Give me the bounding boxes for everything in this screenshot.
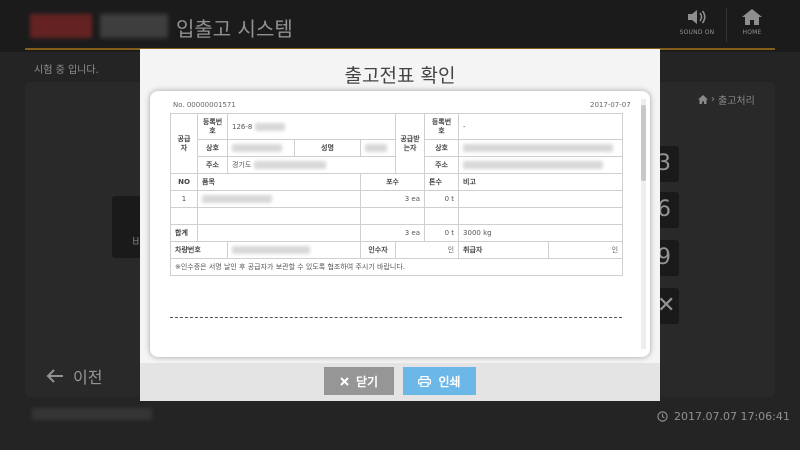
receiver-company-value [458, 139, 624, 157]
close-button[interactable]: 닫기 [324, 367, 394, 395]
receiver-label: 공급받는자 [395, 113, 426, 174]
receiver-address-label: 주소 [424, 156, 460, 174]
row-qty: 3 ea [359, 190, 426, 208]
table-row: 1 3 ea 0 t [170, 190, 624, 208]
close-label: 닫기 [355, 374, 379, 389]
supplier-reg-no-value: 126-8 [226, 113, 397, 140]
slip-date: 2017-07-07 [590, 101, 631, 109]
row-ton: 0 t [424, 190, 460, 208]
row-no: 1 [170, 190, 198, 208]
printer-icon [418, 375, 432, 387]
cut-line [170, 317, 622, 318]
receiver-seal: 인 [395, 241, 460, 259]
supplier-reg-no-label: 등록번호 [197, 113, 228, 140]
total-label: 합계 [170, 224, 198, 242]
slip-table: 공급자 등록번호 126-8 공급받는자 등록번호 - 상호 성명 상호 주소 [169, 113, 624, 276]
dialog-footer: 닫기 인쇄 [140, 363, 660, 401]
table-row-empty [170, 207, 624, 225]
handler-label: 취급자 [458, 241, 550, 259]
supplier-name-label: 성명 [294, 139, 361, 157]
slip-scrollbar[interactable] [641, 99, 646, 349]
col-note-header: 비고 [458, 173, 624, 191]
close-icon [340, 376, 349, 386]
dispatch-slip-dialog: 출고전표 확인 No. 00000001571 2017-07-07 공급자 등… [140, 49, 660, 401]
vehicle-no-label: 차량번호 [170, 241, 228, 259]
slip-number: No. 00000001571 [173, 101, 236, 109]
col-no-header: NO [170, 173, 198, 191]
receiver-person-label: 인수자 [359, 241, 397, 259]
supplier-name-value [359, 139, 397, 157]
print-label: 인쇄 [438, 374, 461, 389]
col-qty-header: 포수 [359, 173, 426, 191]
print-button[interactable]: 인쇄 [403, 367, 476, 395]
receiver-company-label: 상호 [424, 139, 460, 157]
col-item-header: 품목 [197, 173, 361, 191]
row-item [197, 190, 361, 208]
receiver-address-value [458, 156, 624, 174]
dialog-title: 출고전표 확인 [344, 65, 456, 87]
total-weight: 3000 kg [458, 224, 624, 242]
col-ton-header: 톤수 [424, 173, 460, 191]
slip-document: No. 00000001571 2017-07-07 공급자 등록번호 126-… [150, 91, 650, 357]
supplier-address-value: 경기도 [226, 156, 397, 174]
supplier-label: 공급자 [170, 113, 198, 174]
handler-seal: 인 [548, 241, 624, 259]
receiver-reg-no-label: 등록번호 [424, 113, 460, 140]
total-qty: 3 ea [359, 224, 426, 242]
vehicle-no-value [227, 241, 361, 259]
supplier-address-label: 주소 [197, 156, 228, 174]
supplier-company-label: 상호 [197, 139, 228, 157]
slip-footnote: ※인수증은 서명 날인 후 공급자가 보관할 수 있도록 협조하여 주시기 바랍… [169, 258, 624, 276]
scrollbar-thumb[interactable] [641, 105, 646, 181]
receiver-reg-no-value: - [458, 113, 624, 140]
total-ton: 0 t [424, 224, 460, 242]
supplier-company-value [227, 139, 295, 157]
row-note [458, 190, 624, 208]
